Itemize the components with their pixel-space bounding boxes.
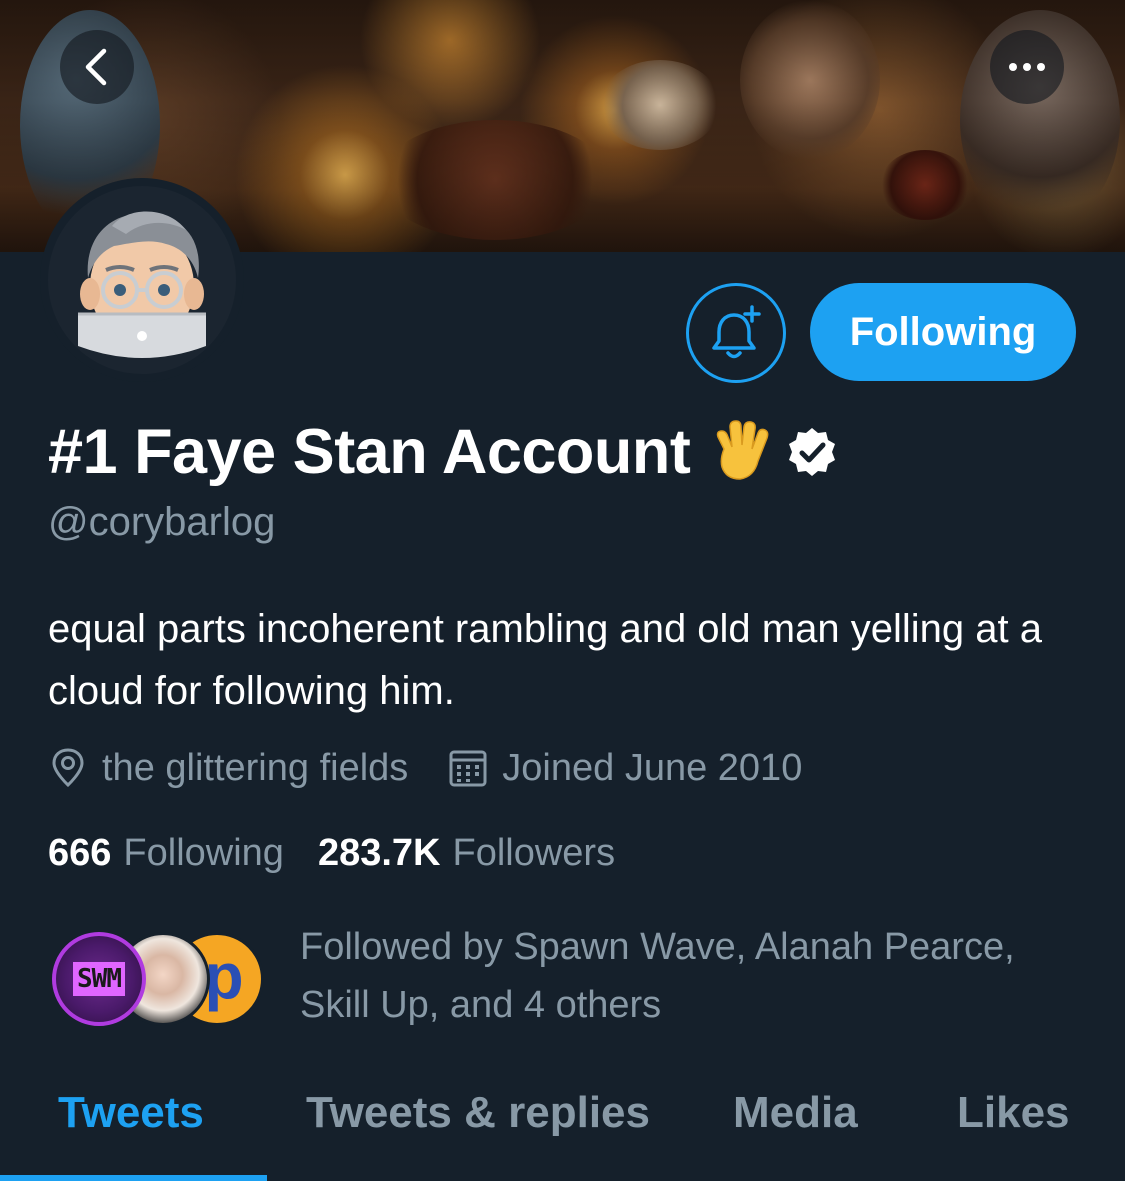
location-text: the glittering fields — [102, 746, 409, 789]
more-horizontal-icon — [1009, 63, 1045, 71]
following-count-label: Following — [123, 831, 284, 874]
vulcan-salute-emoji-icon — [710, 419, 776, 485]
chevron-left-icon — [85, 48, 107, 86]
following-count-link[interactable]: 666 Following — [48, 832, 284, 875]
followed-by-text[interactable]: Followed by Spawn Wave, Alanah Pearce, S… — [300, 918, 1080, 1034]
profile-avatar[interactable] — [40, 178, 244, 382]
profile-page: Following #1 Faye Stan Account @corybarl… — [0, 0, 1125, 1181]
joined-text: Joined June 2010 — [502, 746, 803, 789]
follow-counts: 666 Following 283.7K Followers — [48, 828, 615, 878]
follower-avatar-spawn-wave: SWM — [52, 932, 146, 1026]
profile-meta: the glittering fields Joined June 2010 — [48, 742, 802, 794]
followers-count-link[interactable]: 283.7K Followers — [318, 832, 615, 875]
tab-tweets[interactable]: Tweets — [58, 1088, 204, 1138]
verified-badge-icon — [786, 426, 838, 478]
user-handle: @corybarlog — [48, 500, 276, 544]
memoji-avatar-image — [48, 186, 236, 374]
profile-tabs: Tweets Tweets & replies Media Likes — [0, 1070, 1125, 1181]
tab-likes[interactable]: Likes — [957, 1088, 1070, 1138]
back-button[interactable] — [60, 30, 134, 104]
tab-media[interactable]: Media — [733, 1088, 858, 1138]
more-options-button[interactable] — [990, 30, 1064, 104]
followed-by-avatars[interactable]: p SWM — [52, 932, 272, 1028]
follower-avatar-glyph: p — [204, 940, 244, 1012]
following-button[interactable]: Following — [810, 283, 1076, 381]
location-pin-icon — [52, 748, 84, 788]
tab-tweets-and-replies[interactable]: Tweets & replies — [306, 1088, 650, 1138]
joined-item: Joined June 2010 — [448, 747, 802, 790]
following-count: 666 — [48, 831, 112, 874]
follower-avatar-glyph: SWM — [73, 962, 125, 996]
profile-bio: equal parts incoherent rambling and old … — [48, 607, 1042, 713]
followers-count-label: Followers — [452, 831, 616, 874]
active-tab-indicator — [0, 1175, 267, 1181]
bell-plus-icon — [712, 305, 761, 359]
calendar-icon — [449, 750, 487, 787]
display-name: #1 Faye Stan Account — [48, 417, 691, 487]
location-item: the glittering fields — [48, 747, 408, 790]
followers-count: 283.7K — [317, 831, 441, 874]
name-row: #1 Faye Stan Account — [48, 412, 838, 492]
notifications-toggle-button[interactable] — [686, 283, 786, 383]
